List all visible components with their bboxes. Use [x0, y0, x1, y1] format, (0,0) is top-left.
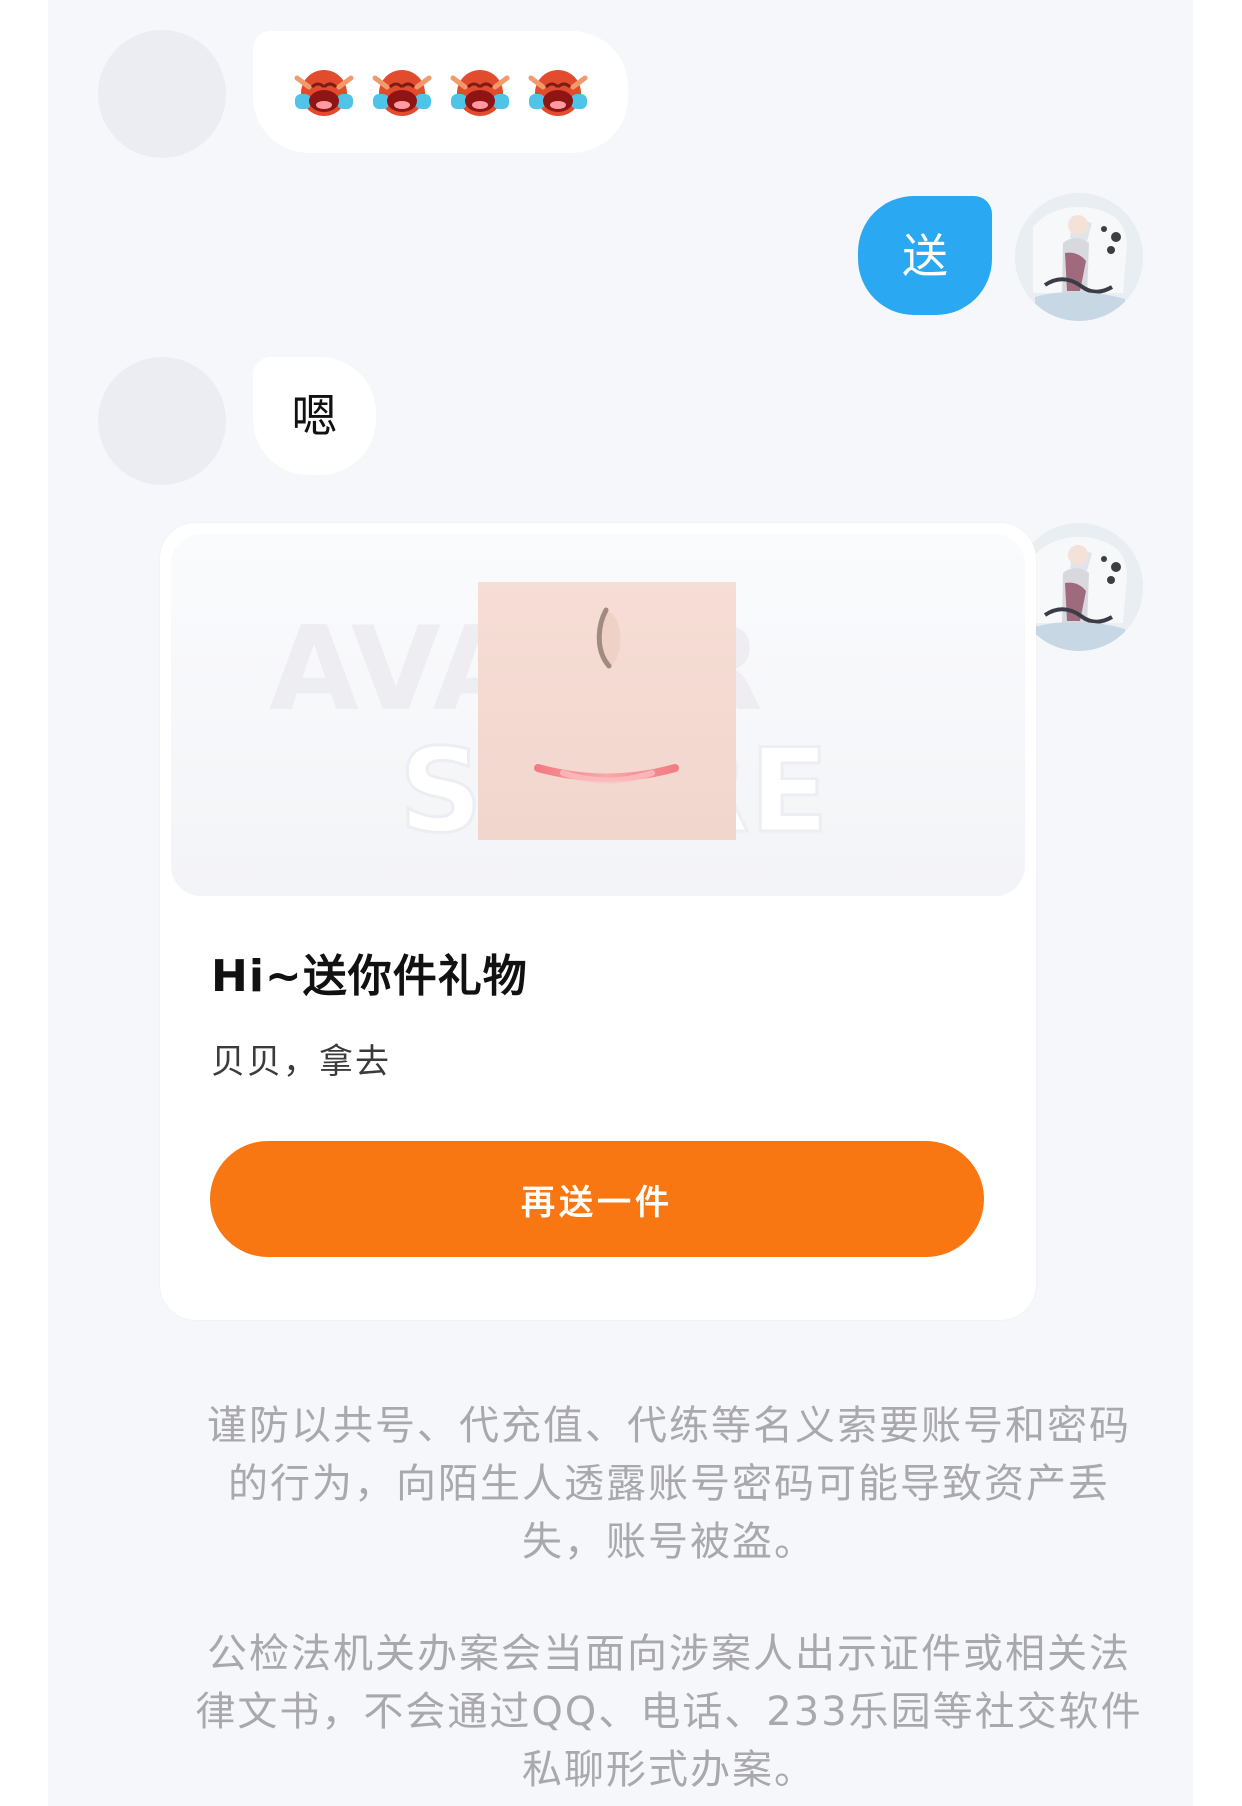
gift-card[interactable]: AVATAR STORE	[160, 523, 1036, 1320]
chat-area: 送 嗯 Hi~送你件礼物 贝贝，拿去 再送一件 谨防以共号、代充值、代练等名义索…	[48, 0, 1193, 1806]
friend-avatar[interactable]	[98, 30, 226, 158]
emoji-row	[289, 63, 593, 121]
resend-gift-button[interactable]: 再送一件	[210, 1141, 984, 1257]
user-avatar[interactable]	[1015, 193, 1143, 321]
reply-message-bubble[interactable]: 嗯	[253, 357, 376, 475]
crying-emoji-icon	[450, 70, 509, 116]
crying-emoji-icon	[294, 70, 353, 116]
emoji-message-bubble[interactable]	[253, 31, 628, 153]
sent-message-bubble[interactable]: 送	[858, 196, 992, 315]
friend-avatar[interactable]	[98, 357, 226, 485]
gift-title: Hi~送你件礼物	[211, 951, 528, 1002]
face-gift-image	[478, 582, 736, 840]
avatar-illustration-icon	[1015, 193, 1143, 321]
sent-message-text: 送	[902, 228, 948, 283]
police-notice: 公检法机关办案会当面向涉案人出示证件或相关法律文书，不会通过QQ、电话、233乐…	[195, 1631, 1143, 1793]
chat-screen: 送 嗯 Hi~送你件礼物 贝贝，拿去 再送一件 谨防以共号、代充值、代练等名义索…	[0, 0, 1242, 1806]
crying-emoji-icon	[528, 70, 587, 116]
reply-message-text: 嗯	[291, 389, 338, 443]
gift-subtitle: 贝贝，拿去	[211, 1042, 391, 1082]
security-notice: 谨防以共号、代充值、代练等名义索要账号和密码的行为，向陌生人透露账号密码可能导致…	[207, 1403, 1131, 1565]
crying-emoji-icon	[372, 70, 431, 116]
gift-preview: AVATAR STORE	[171, 534, 1025, 896]
